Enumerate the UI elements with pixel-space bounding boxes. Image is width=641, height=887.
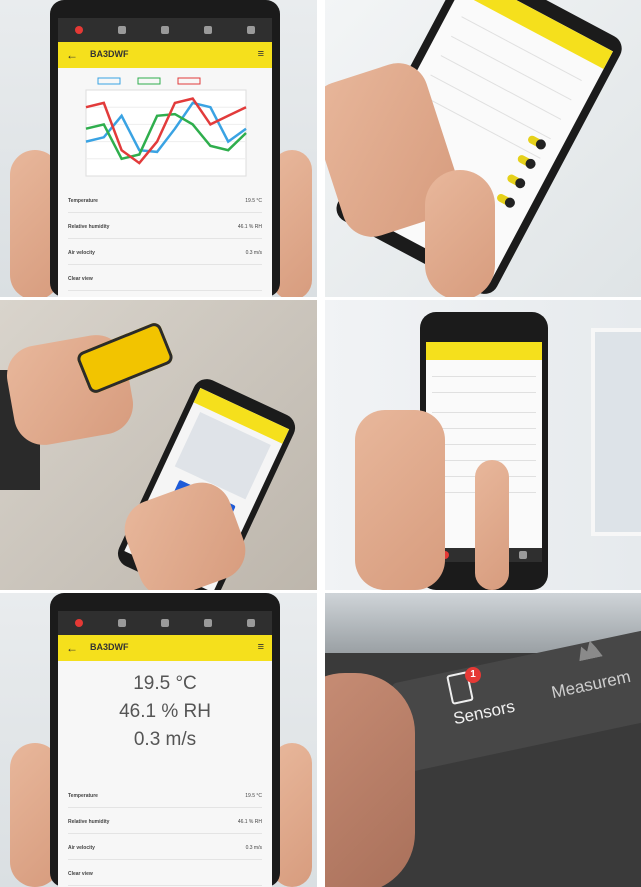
chart-frame	[85, 89, 247, 177]
reports-tab-icon[interactable]	[203, 619, 212, 627]
reading-value: 19.5 °C	[245, 793, 262, 799]
hand	[355, 410, 445, 590]
analysis-tab-icon[interactable]	[160, 619, 169, 627]
legend-swatch-2	[177, 77, 201, 85]
device-name: BA3DWF	[90, 642, 129, 652]
list-divider	[450, 35, 572, 101]
list-divider	[432, 392, 536, 393]
reading-row: Temperature 19.5 °C	[68, 783, 262, 808]
settings-tab-icon[interactable]	[246, 619, 255, 627]
reading-label: Temperature	[68, 793, 98, 799]
list-divider	[432, 412, 536, 413]
settings-header	[458, 0, 614, 70]
measurement-tab-icon[interactable]	[118, 619, 127, 627]
device-header: ← BA3DWF ≡	[58, 635, 272, 661]
reading-label: Temperature	[68, 198, 98, 204]
notification-badge: 1	[465, 667, 481, 683]
list-divider	[432, 376, 536, 377]
reading-label: Air velocity	[68, 845, 95, 851]
reading-value: 0.3 m/s	[245, 845, 262, 851]
reading-row: Air velocity 0.3 m/s	[68, 240, 262, 265]
bottom-nav	[58, 18, 272, 42]
panel-sensor-device	[0, 300, 317, 590]
window	[591, 328, 641, 536]
reading-value: 46.1 % RH	[237, 819, 262, 825]
reading-label: Air velocity	[68, 250, 95, 256]
reading-row: Air velocity 0.3 m/s	[68, 835, 262, 860]
list-divider	[440, 55, 562, 120]
reading-label: Relative humidity	[68, 819, 110, 825]
device-header: ← BA3DWF ≡	[58, 42, 272, 68]
reports-tab-icon[interactable]	[203, 26, 212, 34]
reading-row: Clear view	[68, 861, 262, 886]
app-header	[426, 342, 542, 360]
phone-screen: ← BA3DWF ≡ Temperature 19.5 °C Relative hu…	[58, 18, 272, 297]
reading-row: Relative humidity 46.1 % RH	[68, 809, 262, 834]
menu-icon[interactable]: ≡	[258, 48, 264, 60]
line-chart	[85, 77, 247, 177]
reading-value: 46.1 % RH	[237, 224, 262, 230]
finger	[475, 460, 509, 590]
device-name: BA3DWF	[90, 49, 129, 59]
air-velocity-reading: 0.3 m/s	[133, 729, 197, 750]
humidity-reading: 46.1 % RH	[119, 701, 211, 722]
settings-tab-icon[interactable]	[518, 551, 527, 559]
bottom-nav	[58, 611, 272, 635]
settings-tab-icon[interactable]	[246, 26, 255, 34]
legend-swatch-0	[97, 77, 121, 85]
phone: ← BA3DWF ≡ 19.5 °C 46.1 % RH 0.3 m/s Tem…	[50, 593, 280, 887]
analysis-tab-icon[interactable]	[160, 26, 169, 34]
back-arrow-icon[interactable]: ←	[66, 641, 78, 655]
panel-settings-phone	[325, 0, 641, 297]
thumb	[325, 673, 415, 887]
setting-toggle[interactable]	[495, 192, 516, 209]
reading-row: Clear view	[68, 266, 262, 291]
menu-icon[interactable]: ≡	[258, 641, 264, 653]
reading-row: Relative humidity 46.1 % RH	[68, 214, 262, 239]
list-divider	[430, 74, 551, 140]
panel-readings-phone: ← BA3DWF ≡ 19.5 °C 46.1 % RH 0.3 m/s Tem…	[0, 593, 317, 887]
reading-value: 0.3 m/s	[245, 250, 262, 256]
reading-label: Relative humidity	[68, 224, 110, 230]
sensors-tab-icon[interactable]	[75, 619, 84, 627]
setting-toggle[interactable]	[516, 153, 536, 170]
phone-screen: ← BA3DWF ≡ 19.5 °C 46.1 % RH 0.3 m/s Tem…	[58, 611, 272, 887]
setting-toggle[interactable]	[505, 173, 526, 189]
list-divider	[432, 444, 536, 445]
reading-row: Temperature 19.5 °C	[68, 188, 262, 213]
phone: ← BA3DWF ≡ Temperature 19.5 °C Relative hu…	[50, 0, 280, 297]
reading-value: 19.5 °C	[245, 198, 262, 204]
list-divider	[432, 428, 536, 429]
panel-chart-phone: ← BA3DWF ≡ Temperature 19.5 °C Relative hu…	[0, 0, 317, 297]
temperature-reading: 19.5 °C	[133, 673, 197, 694]
legend-swatch-1	[137, 77, 161, 85]
back-arrow-icon[interactable]: ←	[66, 48, 78, 62]
setting-toggle[interactable]	[526, 134, 547, 150]
measurement-tab-icon[interactable]	[118, 26, 127, 34]
panel-list-phone	[325, 300, 641, 590]
reading-label: Clear view	[68, 276, 93, 282]
thumb	[425, 170, 495, 297]
sensors-tab-icon[interactable]	[75, 26, 84, 34]
panel-sensors-closeup: 1 Sensors Measurem	[325, 593, 641, 887]
reading-label: Clear view	[68, 871, 93, 877]
